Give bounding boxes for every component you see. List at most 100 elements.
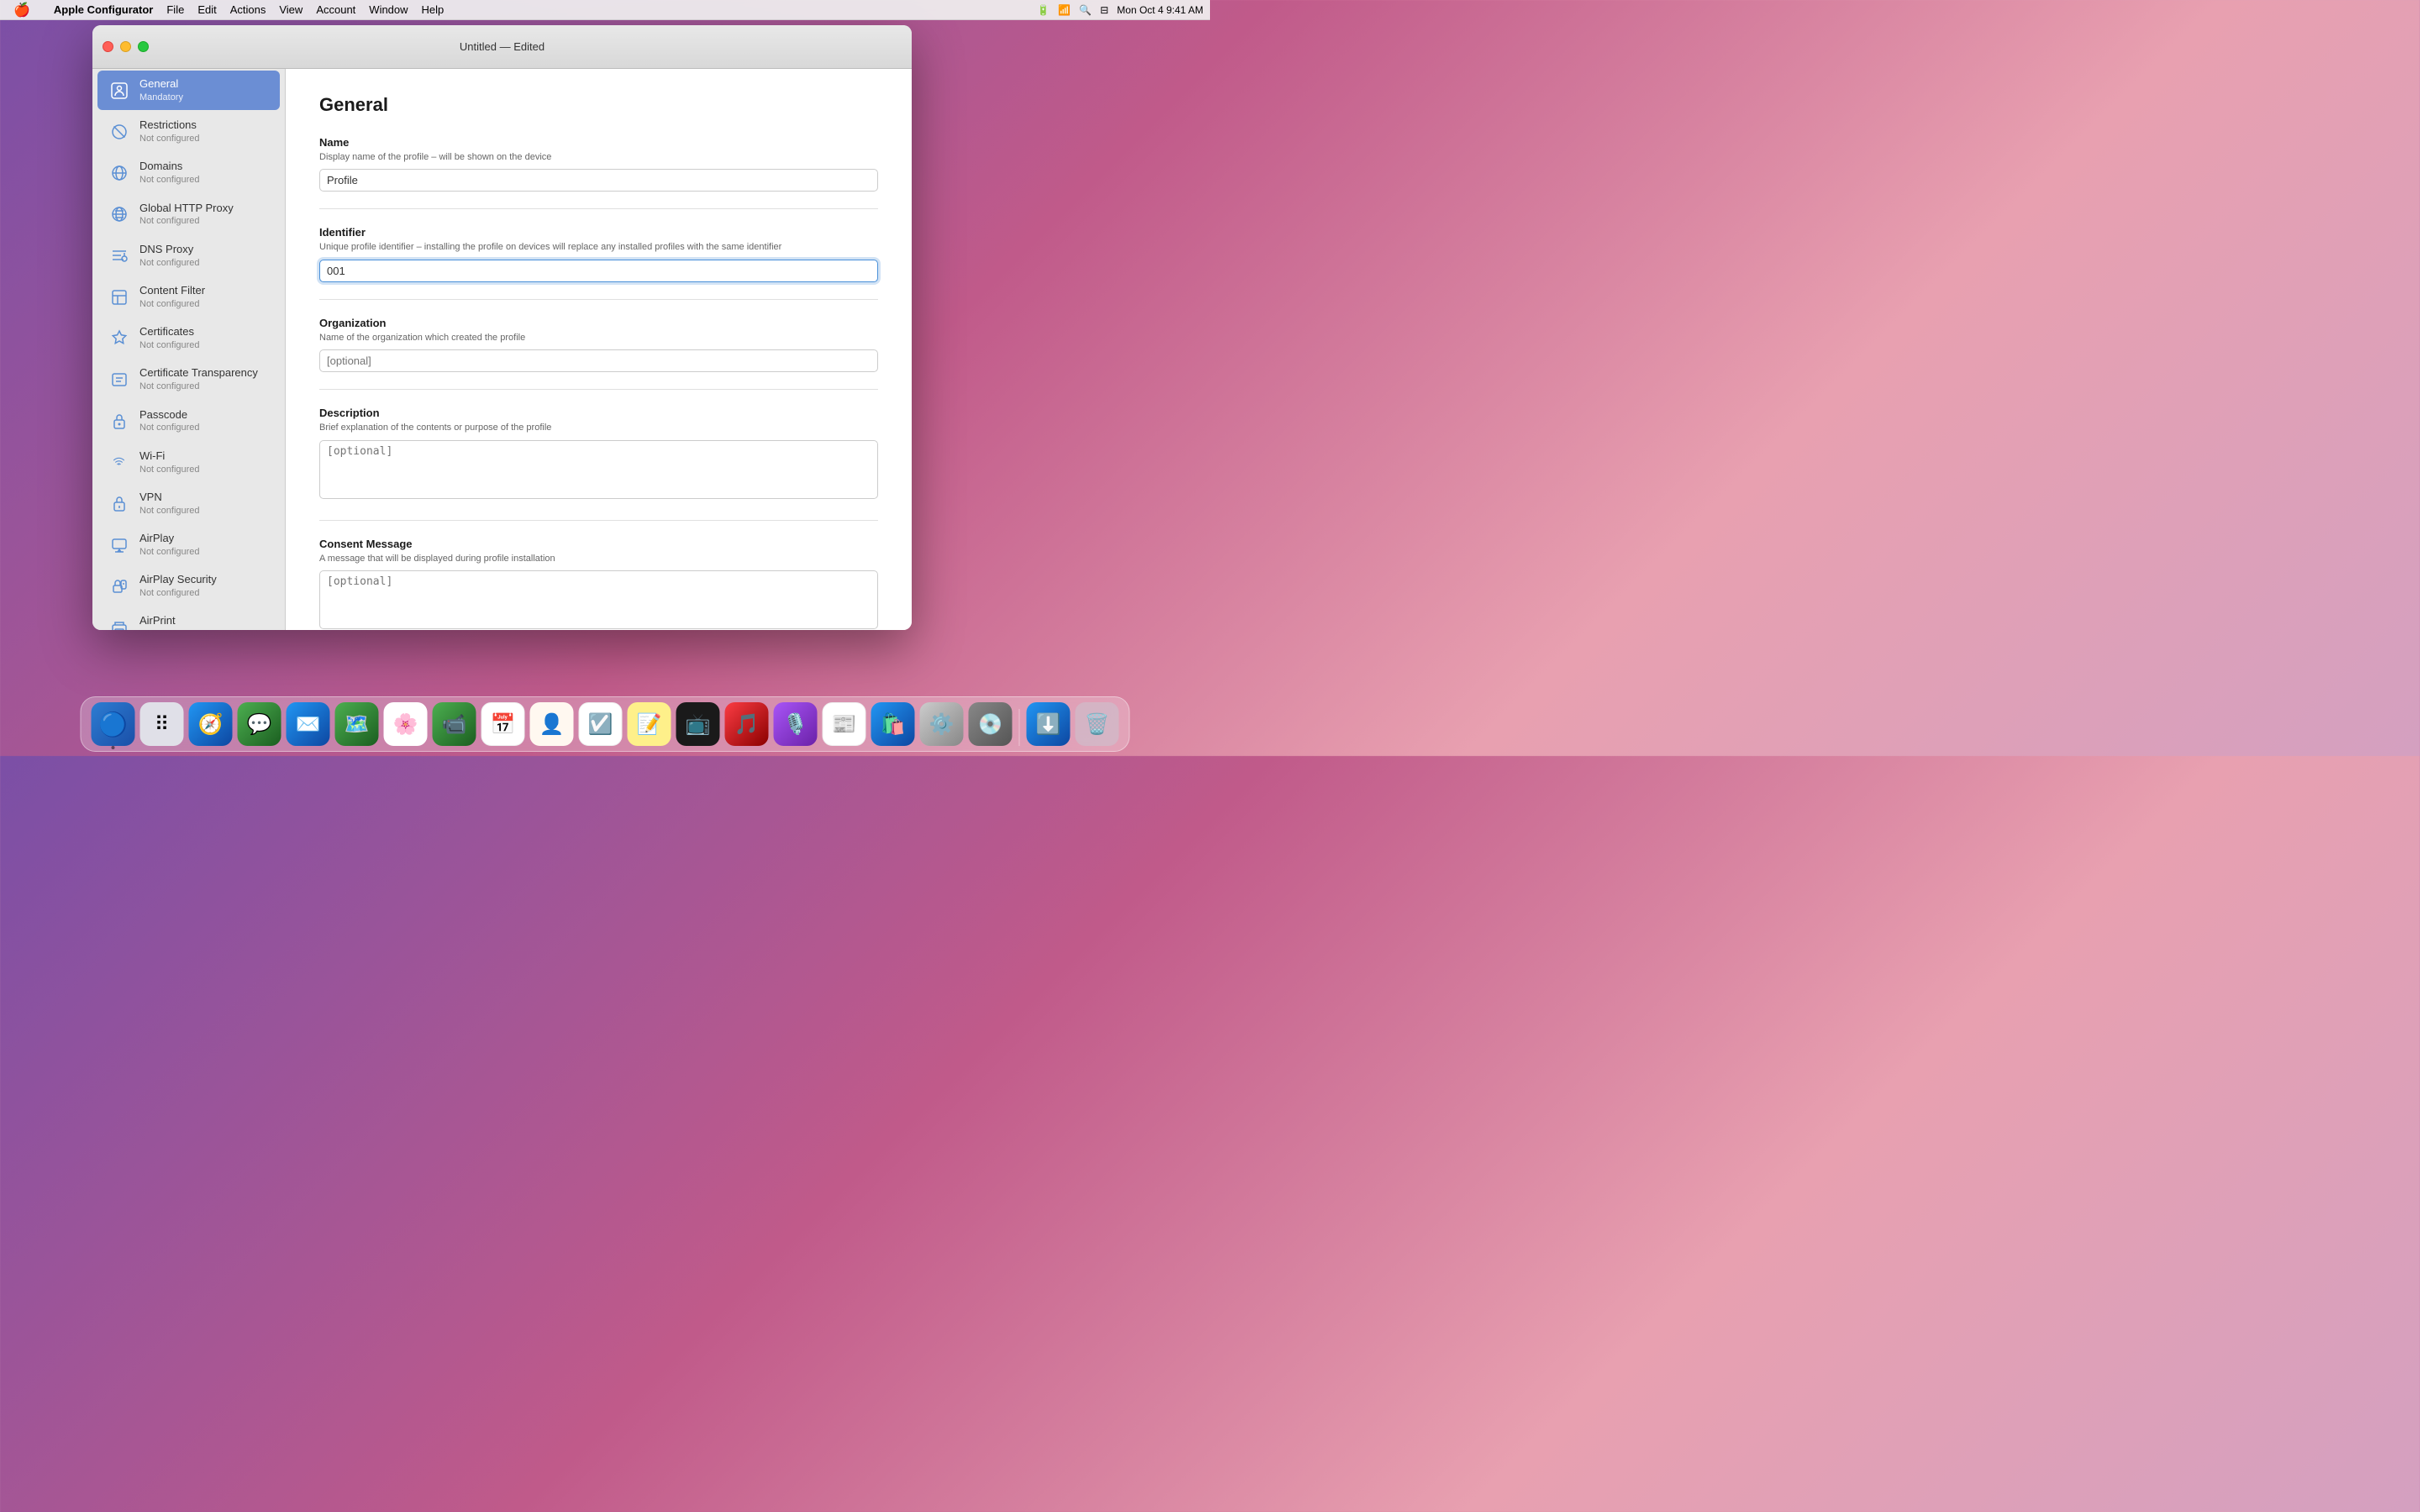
dock-maps[interactable]: 🗺️ — [335, 702, 379, 746]
dock-mail[interactable]: ✉️ — [287, 702, 330, 746]
sidebar-item-airplay-security-sub: Not configured — [139, 587, 217, 599]
separator-4 — [319, 520, 878, 521]
menu-actions[interactable]: Actions — [224, 3, 273, 16]
sidebar-item-restrictions[interactable]: Restrictions Not configured — [97, 112, 280, 151]
dock-messages[interactable]: 💬 — [238, 702, 281, 746]
dock-photos[interactable]: 🌸 — [384, 702, 428, 746]
menu-help[interactable]: Help — [415, 3, 451, 16]
sidebar-item-general-sub: Mandatory — [139, 92, 183, 103]
dock-notes[interactable]: 📝 — [628, 702, 671, 746]
consent-input[interactable] — [319, 570, 878, 629]
finder-dot — [112, 746, 115, 749]
app-name[interactable]: Apple Configurator — [47, 3, 160, 16]
dock-system-prefs[interactable]: ⚙️ — [920, 702, 964, 746]
window-title: Untitled — Edited — [460, 40, 544, 53]
general-icon — [108, 79, 131, 102]
clock: Mon Oct 4 9:41 AM — [1117, 4, 1203, 16]
sidebar-item-content-filter-name: Content Filter — [139, 284, 205, 298]
dock-podcasts[interactable]: 🎙️ — [774, 702, 818, 746]
dock-calendar[interactable]: 📅 — [481, 702, 525, 746]
sidebar-item-content-filter[interactable]: Content Filter Not configured — [97, 277, 280, 317]
sidebar-item-airplay-name: AirPlay — [139, 532, 200, 546]
sidebar-item-vpn[interactable]: VPN Not configured — [97, 484, 280, 523]
identifier-desc: Unique profile identifier – installing t… — [319, 241, 878, 254]
global-http-proxy-icon — [108, 202, 131, 226]
sidebar-item-passcode-sub: Not configured — [139, 422, 200, 433]
menu-view[interactable]: View — [272, 3, 309, 16]
dock-launchpad[interactable]: ⠿ — [140, 702, 184, 746]
dock-reminders[interactable]: ☑️ — [579, 702, 623, 746]
menu-account[interactable]: Account — [309, 3, 362, 16]
description-input[interactable] — [319, 440, 878, 499]
name-desc: Display name of the profile – will be sh… — [319, 151, 878, 164]
menu-edit[interactable]: Edit — [191, 3, 223, 16]
dock-divider — [1019, 709, 1020, 746]
sidebar-item-passcode[interactable]: Passcode Not configured — [97, 402, 280, 441]
sidebar-item-wifi[interactable]: Wi-Fi Not configured — [97, 443, 280, 482]
sidebar-item-certificates-name: Certificates — [139, 325, 200, 339]
menubar: 🍎 Apple Configurator File Edit Actions V… — [0, 0, 1210, 20]
dock-disk-utility[interactable]: 💿 — [969, 702, 1013, 746]
sidebar-item-domains-sub: Not configured — [139, 174, 200, 186]
apple-menu[interactable]: 🍎 — [7, 2, 37, 18]
sidebar-item-airplay-sub: Not configured — [139, 546, 200, 558]
dock-airdrop[interactable]: ⬇️ — [1027, 702, 1071, 746]
dock-app-store[interactable]: 🛍️ — [871, 702, 915, 746]
airplay-icon — [108, 533, 131, 557]
search-icon[interactable]: 🔍 — [1079, 4, 1092, 16]
certificates-icon — [108, 327, 131, 350]
global-http-proxy-text: Global HTTP Proxy Not configured — [139, 202, 234, 228]
menubar-right: 🔋 📶 🔍 ⊟ Mon Oct 4 9:41 AM — [1037, 4, 1203, 16]
description-desc: Brief explanation of the contents or pur… — [319, 422, 878, 434]
domains-icon — [108, 161, 131, 185]
separator-1 — [319, 208, 878, 209]
dock-music[interactable]: 🎵 — [725, 702, 769, 746]
dock-tv[interactable]: 📺 — [676, 702, 720, 746]
sidebar-item-cert-transparency[interactable]: Certificate Transparency Not configured — [97, 360, 280, 399]
separator-3 — [319, 389, 878, 390]
airprint-icon — [108, 616, 131, 630]
dock-trash[interactable]: 🗑️ — [1076, 702, 1119, 746]
menu-file[interactable]: File — [160, 3, 191, 16]
main-window: Untitled — Edited General Mandatory — [92, 25, 912, 630]
sidebar-item-certificates[interactable]: Certificates Not configured — [97, 318, 280, 358]
dock-finder[interactable]: 🔵 — [92, 702, 135, 746]
sidebar-item-dns-proxy[interactable]: DNS Proxy Not configured — [97, 236, 280, 276]
airplay-security-icon — [108, 575, 131, 598]
maximize-button[interactable] — [138, 41, 149, 52]
control-center-icon[interactable]: ⊟ — [1100, 4, 1108, 16]
wifi-icon — [108, 450, 131, 474]
dns-proxy-icon — [108, 244, 131, 267]
name-input[interactable] — [319, 169, 878, 192]
dock-safari[interactable]: 🧭 — [189, 702, 233, 746]
dock-facetime[interactable]: 📹 — [433, 702, 476, 746]
sidebar-item-airplay-security-name: AirPlay Security — [139, 573, 217, 587]
airplay-text: AirPlay Not configured — [139, 532, 200, 558]
sidebar-item-certificates-sub: Not configured — [139, 339, 200, 351]
dock-contacts[interactable]: 👤 — [530, 702, 574, 746]
minimize-button[interactable] — [120, 41, 131, 52]
sidebar: General Mandatory Restrictions Not confi… — [92, 69, 286, 630]
consent-desc: A message that will be displayed during … — [319, 553, 878, 565]
battery-icon: 🔋 — [1037, 4, 1050, 16]
sidebar-item-global-http-proxy[interactable]: Global HTTP Proxy Not configured — [97, 195, 280, 234]
sidebar-item-airprint-sub: Not configured — [139, 628, 200, 630]
consent-section: Consent Message A message that will be d… — [319, 538, 878, 630]
dock: 🔵 ⠿ 🧭 💬 ✉️ 🗺️ 🌸 📹 📅 👤 ☑️ 📝 📺 🎵 🎙️ — [81, 696, 1130, 752]
sidebar-item-content-filter-sub: Not configured — [139, 298, 205, 310]
main-panel: General Name Display name of the profile… — [286, 69, 912, 630]
close-button[interactable] — [103, 41, 113, 52]
restrictions-icon — [108, 120, 131, 144]
sidebar-item-vpn-name: VPN — [139, 491, 200, 505]
sidebar-item-airprint[interactable]: AirPrint Not configured — [97, 607, 280, 630]
sidebar-item-airplay-security[interactable]: AirPlay Security Not configured — [97, 566, 280, 606]
titlebar: Untitled — Edited — [92, 25, 912, 69]
identifier-input[interactable] — [319, 260, 878, 282]
dock-news[interactable]: 📰 — [823, 702, 866, 746]
sidebar-item-wifi-name: Wi-Fi — [139, 449, 200, 464]
menu-window[interactable]: Window — [362, 3, 414, 16]
sidebar-item-domains[interactable]: Domains Not configured — [97, 153, 280, 192]
sidebar-item-airplay[interactable]: AirPlay Not configured — [97, 525, 280, 564]
organization-input[interactable] — [319, 349, 878, 372]
sidebar-item-general[interactable]: General Mandatory — [97, 71, 280, 110]
